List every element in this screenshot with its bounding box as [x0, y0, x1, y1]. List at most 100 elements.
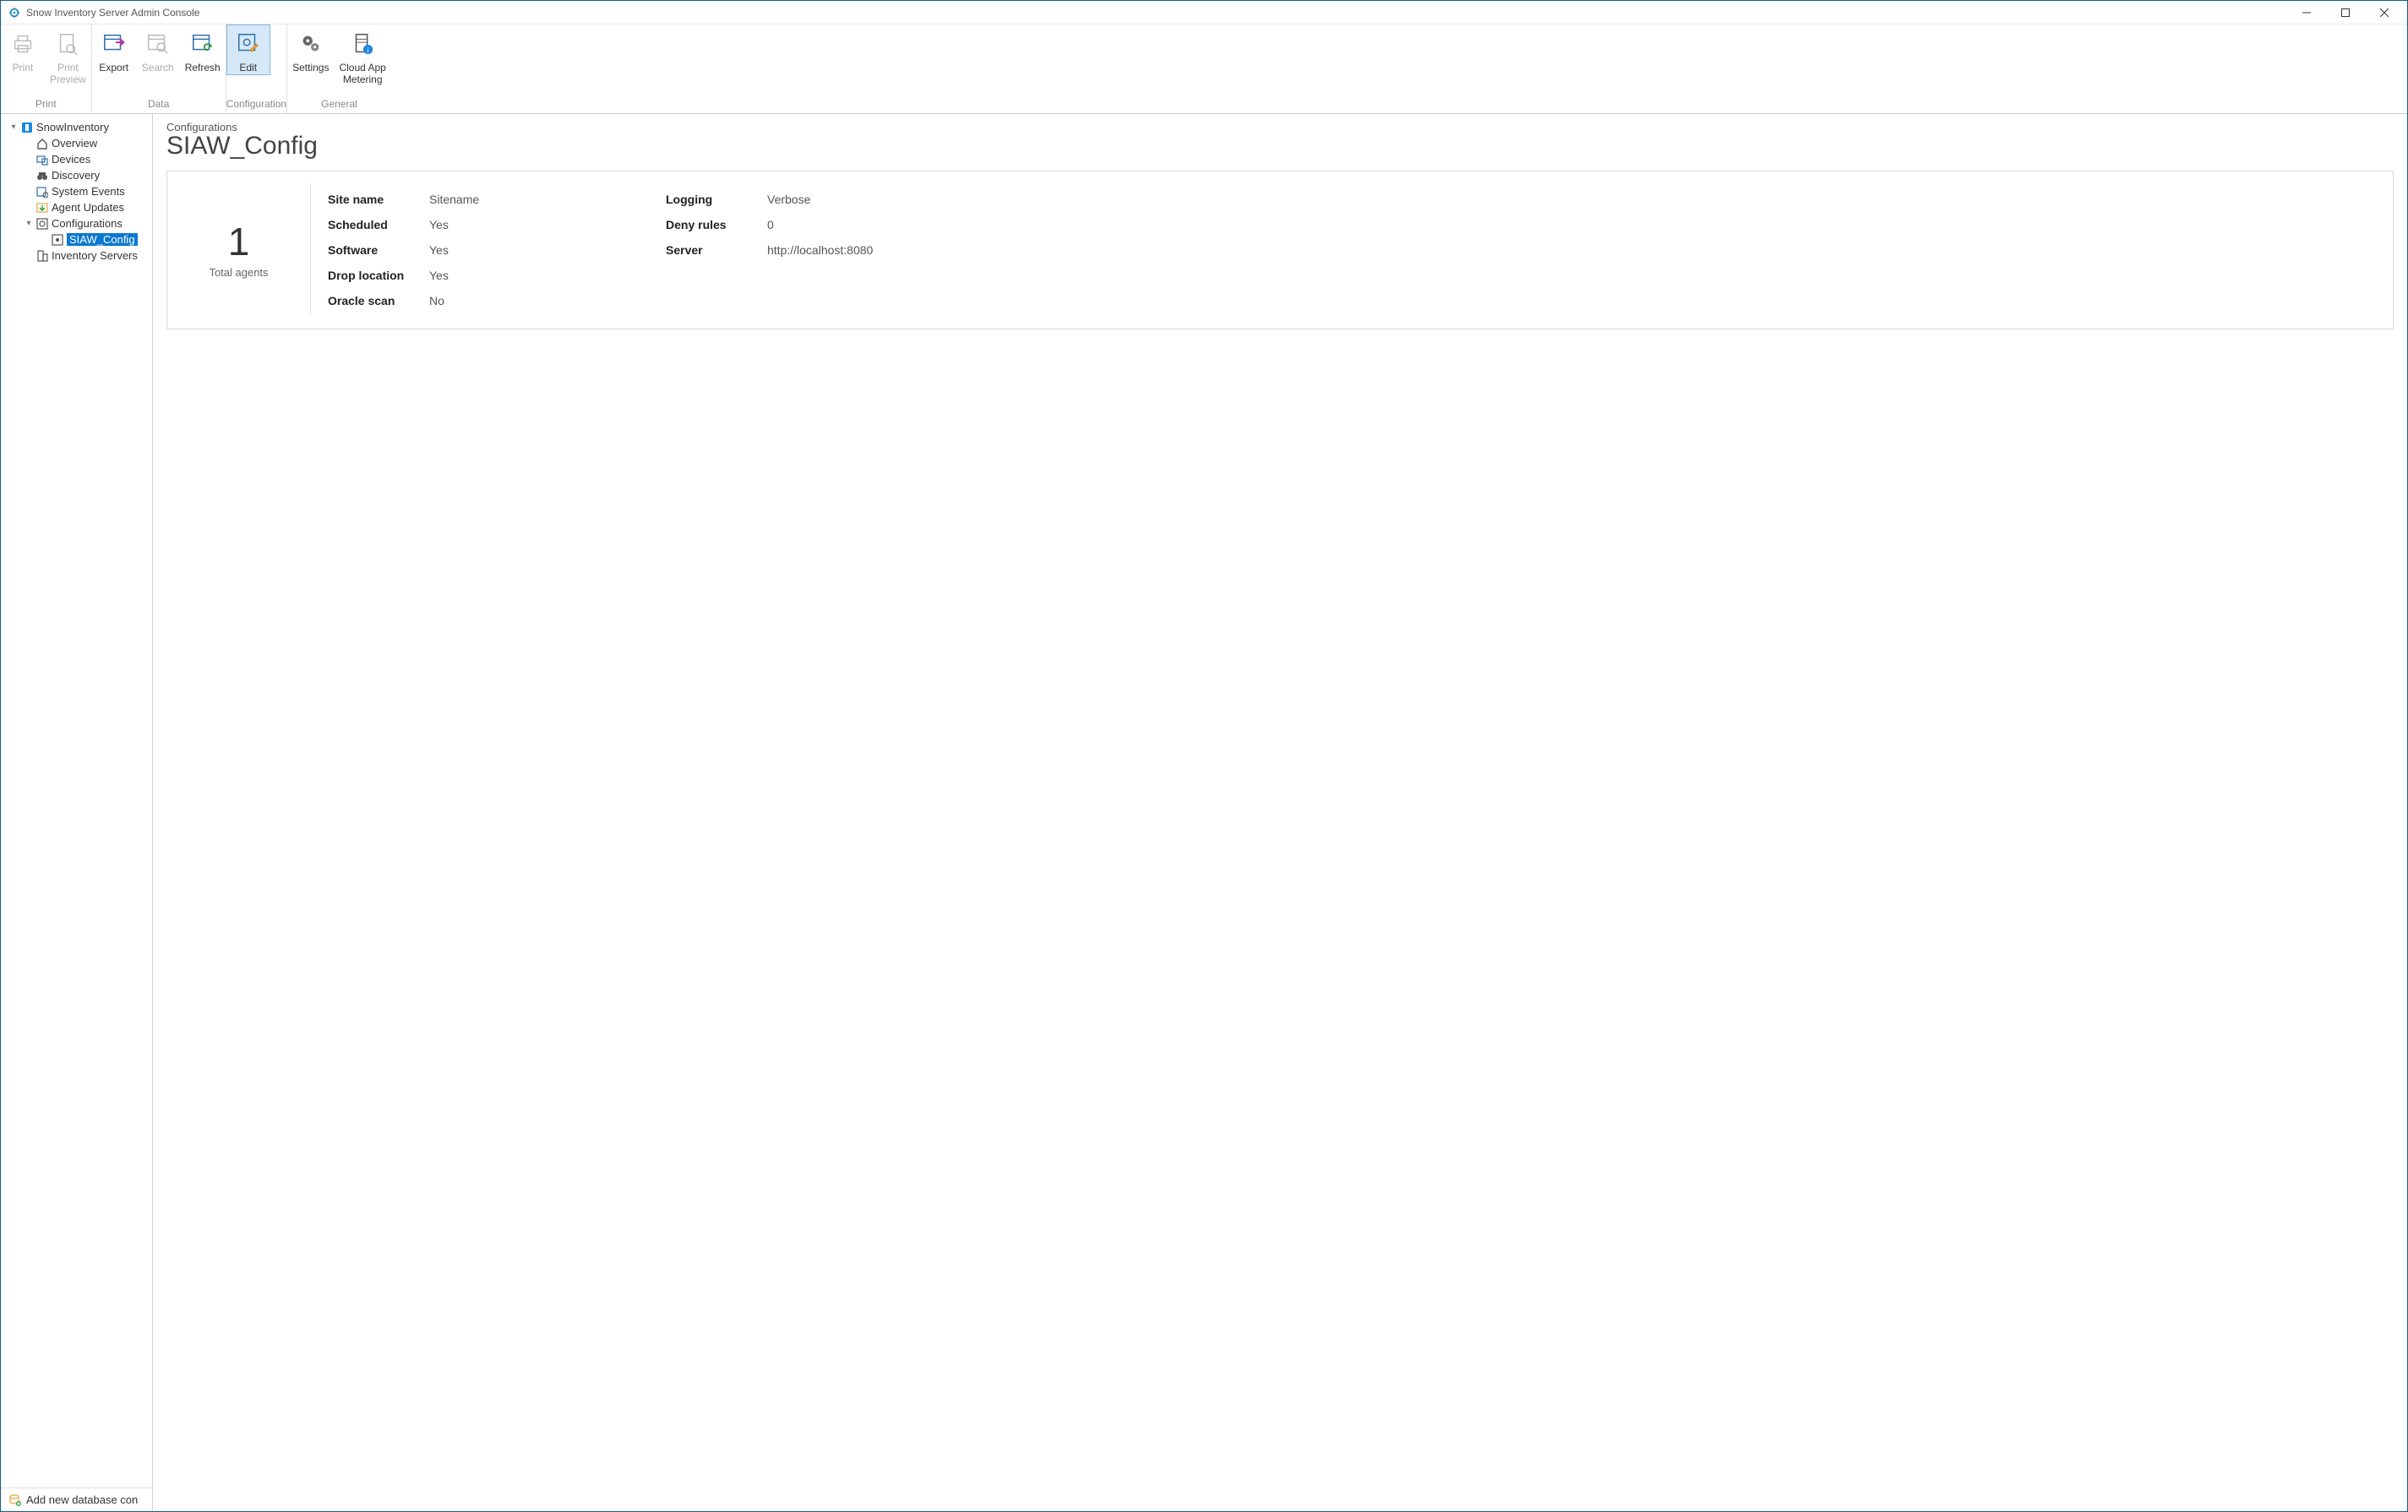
ribbon-group-configuration-title: Configuration: [226, 96, 286, 113]
cloud-app-metering-label: Cloud AppMetering: [339, 62, 385, 85]
detail-key: Server: [666, 243, 767, 257]
print-preview-label: PrintPreview: [50, 62, 86, 85]
page-title: SIAW_Config: [166, 132, 2394, 160]
tree-root-snowinventory[interactable]: ▾ SnowInventory: [4, 119, 152, 135]
detail-row: Drop locationYes: [328, 263, 632, 288]
tree-item-devices[interactable]: Devices: [19, 151, 152, 167]
main-content: Configurations SIAW_Config 1 Total agent…: [153, 114, 2407, 1511]
ribbon-group-print: Print PrintPreview Print: [1, 24, 92, 113]
tree-item-agent-updates[interactable]: Agent Updates: [19, 199, 152, 215]
edit-icon: [234, 30, 263, 58]
search-label: Search: [142, 62, 174, 73]
maximize-button[interactable]: [2326, 2, 2365, 24]
tree-item-overview[interactable]: Overview: [19, 135, 152, 151]
add-database-icon: [8, 1494, 23, 1506]
detail-value: No: [429, 294, 444, 307]
nav-tree: ▾ SnowInventory Overview De: [1, 114, 152, 1488]
print-button[interactable]: Print: [1, 24, 45, 75]
gear-icon: [297, 30, 325, 58]
detail-key: Site name: [328, 193, 429, 206]
ribbon: Print PrintPreview Print Export: [1, 24, 2407, 114]
detail-key: Drop location: [328, 269, 429, 282]
tree-item-siaw-config[interactable]: SIAW_Config: [35, 231, 152, 247]
total-agents-count: 1: [228, 222, 250, 261]
events-icon: [35, 186, 50, 198]
detail-value: Verbose: [767, 193, 810, 206]
window-controls: [2287, 2, 2404, 24]
cloud-app-metering-button[interactable]: i Cloud AppMetering: [334, 24, 390, 87]
ribbon-group-general: Settings i Cloud AppMetering General: [287, 24, 391, 113]
export-label: Export: [99, 62, 128, 73]
detail-value: 0: [767, 218, 774, 231]
config-details: Site nameSitename ScheduledYes SoftwareY…: [311, 183, 2393, 317]
tree-item-system-events[interactable]: System Events: [19, 183, 152, 199]
tree-item-label: Devices: [52, 153, 90, 166]
config-summary-card: 1 Total agents Site nameSitename Schedul…: [166, 171, 2394, 329]
app-window: Snow Inventory Server Admin Console Prin…: [0, 0, 2408, 1512]
detail-row: ScheduledYes: [328, 212, 632, 237]
refresh-icon: [188, 30, 217, 58]
database-icon: [19, 122, 35, 133]
details-column-right: LoggingVerbose Deny rules0 Serverhttp://…: [666, 187, 970, 313]
close-button[interactable]: [2365, 2, 2404, 24]
details-column-left: Site nameSitename ScheduledYes SoftwareY…: [328, 187, 632, 313]
detail-key: Deny rules: [666, 218, 767, 231]
tree-item-label: Inventory Servers: [52, 249, 138, 262]
collapse-icon[interactable]: ▾: [23, 219, 35, 228]
tree-item-label: Configurations: [52, 217, 123, 230]
printer-icon: [8, 30, 37, 58]
refresh-button[interactable]: Refresh: [180, 24, 226, 75]
detail-key: Scheduled: [328, 218, 429, 231]
detail-row: Oracle scanNo: [328, 288, 632, 313]
detail-row: Serverhttp://localhost:8080: [666, 237, 970, 263]
print-preview-button[interactable]: PrintPreview: [45, 24, 91, 87]
minimize-button[interactable]: [2287, 2, 2326, 24]
tree-item-label: Agent Updates: [52, 201, 124, 214]
sidebar: ▾ SnowInventory Overview De: [1, 114, 153, 1511]
edit-button[interactable]: Edit: [226, 24, 270, 75]
detail-row: LoggingVerbose: [666, 187, 970, 212]
add-database-label: Add new database con: [26, 1493, 138, 1506]
config-item-icon: [50, 234, 65, 246]
print-preview-icon: [53, 30, 82, 58]
tree-root-label: SnowInventory: [36, 121, 109, 133]
tree-item-configurations[interactable]: ▾ Configurations: [19, 215, 152, 231]
server-info-icon: i: [348, 30, 377, 58]
ribbon-group-data: Export Search Refresh Data: [92, 24, 226, 113]
export-icon: [100, 30, 128, 58]
devices-icon: [35, 154, 50, 166]
ribbon-group-configuration: Edit Configuration: [226, 24, 287, 113]
detail-value: Sitename: [429, 193, 479, 206]
tree-item-discovery[interactable]: Discovery: [19, 167, 152, 183]
settings-button[interactable]: Settings: [287, 24, 334, 75]
window-title: Snow Inventory Server Admin Console: [26, 7, 199, 19]
binoculars-icon: [35, 170, 50, 182]
detail-row: SoftwareYes: [328, 237, 632, 263]
titlebar: Snow Inventory Server Admin Console: [1, 1, 2407, 24]
export-button[interactable]: Export: [92, 24, 136, 75]
ribbon-group-data-title: Data: [92, 96, 226, 113]
ribbon-group-print-title: Print: [1, 96, 91, 113]
tree-item-label: Discovery: [52, 169, 100, 182]
collapse-icon[interactable]: ▾: [8, 122, 19, 132]
config-icon: [35, 218, 50, 230]
detail-key: Logging: [666, 193, 767, 206]
search-button[interactable]: Search: [136, 24, 180, 75]
agents-block: 1 Total agents: [167, 183, 311, 317]
print-label: Print: [13, 62, 34, 73]
app-icon: [8, 6, 21, 19]
detail-value: Yes: [429, 218, 449, 231]
ribbon-group-general-title: General: [287, 96, 391, 113]
add-database-connection-button[interactable]: Add new database con: [1, 1488, 152, 1511]
edit-label: Edit: [239, 62, 257, 73]
tree-item-inventory-servers[interactable]: Inventory Servers: [19, 247, 152, 264]
detail-key: Software: [328, 243, 429, 257]
detail-row: Site nameSitename: [328, 187, 632, 212]
home-icon: [35, 138, 50, 150]
detail-value: http://localhost:8080: [767, 243, 873, 257]
settings-label: Settings: [292, 62, 329, 73]
detail-key: Oracle scan: [328, 294, 429, 307]
detail-value: Yes: [429, 243, 449, 257]
refresh-label: Refresh: [185, 62, 221, 73]
detail-value: Yes: [429, 269, 449, 282]
